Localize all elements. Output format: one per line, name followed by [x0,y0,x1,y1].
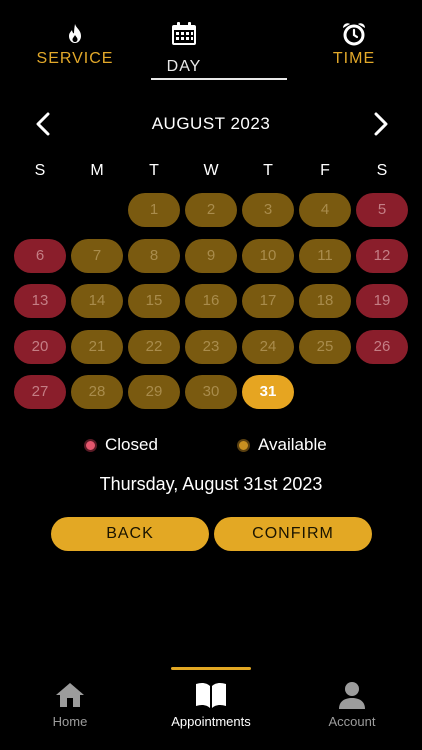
calendar-day-available[interactable]: 16 [185,284,237,318]
tab-service-label: SERVICE [36,50,114,67]
calendar-day-closed[interactable]: 26 [356,330,408,364]
calendar-day-available[interactable]: 22 [128,330,180,364]
calendar-day-available[interactable]: 23 [185,330,237,364]
calendar-day-closed[interactable]: 13 [14,284,66,318]
calendar-day-closed[interactable]: 12 [356,239,408,273]
weekday-label: W [203,162,219,179]
alarm-clock-icon [343,23,365,46]
calendar-day-available[interactable]: 28 [71,375,123,409]
legend-available-label: Available [258,435,327,454]
house-icon [56,683,84,707]
tab-time[interactable]: TIME [294,22,414,68]
weekday-header: SMTWTFS [0,162,422,182]
calendar-day-available[interactable]: 29 [128,375,180,409]
nav-appointments-label: Appointments [171,714,251,729]
calendar-day-available[interactable]: 8 [128,239,180,273]
chevron-right-icon[interactable] [366,110,394,138]
weekday-label: M [90,162,104,179]
available-dot-icon [237,438,250,452]
calendar-day-selected[interactable]: 31 [242,375,294,409]
weekday-label: F [320,162,330,179]
calendar-icon [172,22,196,45]
calendar-day-available[interactable]: 4 [299,193,351,227]
calendar-day-closed[interactable]: 6 [14,239,66,273]
selected-date-text: Thursday, August 31st 2023 [99,474,323,494]
calendar-day-available[interactable]: 24 [242,330,294,364]
calendar-day-available[interactable]: 17 [242,284,294,318]
weekday-label: T [149,162,159,179]
calendar-day-closed[interactable]: 5 [356,193,408,227]
month-header: AUGUST 2023 [0,110,422,138]
closed-dot-icon [84,438,97,452]
active-tab-underline [151,78,287,80]
legend-closed: Closed [84,434,158,456]
weekday-label: T [263,162,273,179]
weekday-label: S [376,162,388,179]
calendar-day-available[interactable]: 25 [299,330,351,364]
month-title: AUGUST 2023 [151,114,271,133]
calendar-day-available[interactable]: 10 [242,239,294,273]
legend: Closed Available [0,434,422,456]
calendar-day-available[interactable]: 11 [299,239,351,273]
legend-available: Available [237,434,327,456]
calendar-day-closed[interactable]: 19 [356,284,408,318]
legend-closed-label: Closed [105,435,158,454]
calendar-day-available[interactable]: 15 [128,284,180,318]
tab-service[interactable]: SERVICE [15,22,135,68]
back-button[interactable]: BACK [51,517,209,551]
tab-time-label: TIME [332,50,376,67]
active-nav-indicator [171,667,251,670]
calendar-day-available[interactable]: 21 [71,330,123,364]
nav-home[interactable]: Home [10,680,130,729]
calendar-day-available[interactable]: 1 [128,193,180,227]
open-book-icon [196,682,226,708]
calendar-day-closed[interactable]: 20 [14,330,66,364]
calendar-day-available[interactable]: 7 [71,239,123,273]
tab-day[interactable]: DAY [158,22,210,75]
calendar-day-closed[interactable]: 27 [14,375,66,409]
weekday-label: S [34,162,46,179]
calendar-day-available[interactable]: 18 [299,284,351,318]
person-icon [339,682,365,709]
calendar-day-available[interactable]: 30 [185,375,237,409]
flame-icon [69,24,81,43]
calendar-day-available[interactable]: 9 [185,239,237,273]
booking-step-tabs: SERVICE DAY TIME [0,0,422,82]
confirm-button[interactable]: CONFIRM [214,517,372,551]
nav-account[interactable]: Account [292,680,412,729]
nav-home-label: Home [52,714,88,729]
nav-account-label: Account [328,714,376,729]
nav-appointments[interactable]: Appointments [151,680,271,729]
calendar-day-available[interactable]: 3 [242,193,294,227]
calendar-day-available[interactable]: 2 [185,193,237,227]
calendar-day-available[interactable]: 14 [71,284,123,318]
